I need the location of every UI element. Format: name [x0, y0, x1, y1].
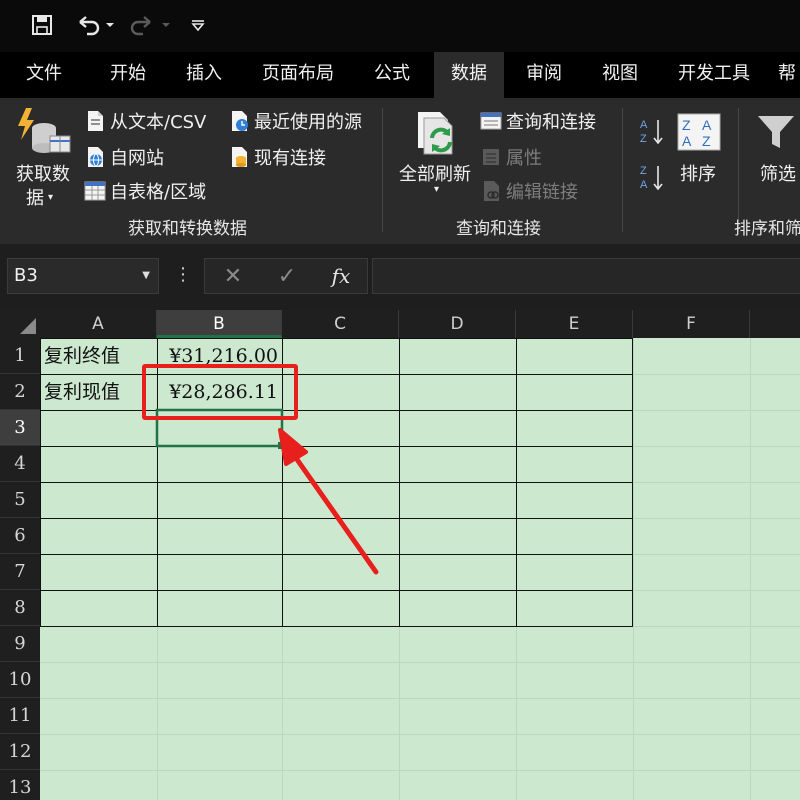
- refresh-all-button[interactable]: 全部刷新: [399, 160, 471, 186]
- sort-az-icon[interactable]: AZ: [638, 116, 666, 146]
- insert-function-icon[interactable]: fx: [321, 259, 361, 293]
- queries-connections-icon: [480, 112, 502, 130]
- get-data-button-line2[interactable]: 据 ▾: [26, 184, 53, 210]
- edit-links-button[interactable]: 编辑链接: [480, 178, 578, 204]
- svg-text:A: A: [702, 117, 712, 133]
- from-web-button[interactable]: 自网站: [84, 144, 164, 170]
- chevron-down-icon[interactable]: ▼: [142, 259, 150, 293]
- name-box[interactable]: B3 ▼: [7, 258, 159, 294]
- properties-button[interactable]: 属性: [480, 144, 542, 170]
- sort-button[interactable]: 排序: [680, 160, 716, 186]
- enter-icon[interactable]: ✓: [267, 259, 307, 293]
- highlight-box: [142, 364, 298, 420]
- redo-icon[interactable]: [126, 10, 174, 40]
- sort-dialog-icon[interactable]: ZAAZ: [676, 112, 722, 152]
- cancel-icon[interactable]: ✕: [213, 259, 253, 293]
- recent-sources-icon: [232, 111, 248, 131]
- tab-page-layout[interactable]: 页面布局: [250, 52, 346, 98]
- edit-links-label: 编辑链接: [506, 182, 578, 203]
- more-icon[interactable]: ⋮: [174, 264, 192, 285]
- save-icon[interactable]: [28, 10, 56, 40]
- tab-data[interactable]: 数据: [434, 52, 504, 98]
- svg-text:Z: Z: [640, 165, 647, 177]
- existing-connections-icon: [232, 147, 247, 167]
- svg-text:Z: Z: [640, 133, 647, 145]
- sort-filter-group-label: 排序和筛: [734, 219, 800, 239]
- get-transform-group-label: 获取和转换数据: [128, 219, 247, 239]
- existing-connections-button[interactable]: 现有连接: [228, 144, 326, 170]
- from-table-button[interactable]: 自表格/区域: [84, 178, 206, 204]
- chevron-down-icon: ▾: [48, 191, 54, 203]
- cell-a1[interactable]: 复利终值: [40, 339, 157, 374]
- database-icon[interactable]: [14, 106, 74, 156]
- edit-links-icon: [484, 181, 499, 201]
- refresh-icon[interactable]: [414, 108, 464, 158]
- group-divider: [382, 108, 383, 232]
- tab-review[interactable]: 审阅: [508, 52, 580, 98]
- tab-view[interactable]: 视图: [584, 52, 656, 98]
- undo-icon[interactable]: [72, 10, 116, 40]
- tab-insert[interactable]: 插入: [168, 52, 240, 98]
- tab-developer[interactable]: 开发工具: [666, 52, 762, 98]
- table-icon: [84, 181, 106, 201]
- formula-buttons: ✕ ✓ fx: [204, 258, 368, 294]
- customize-icon[interactable]: [186, 10, 210, 40]
- tab-file[interactable]: 文件: [8, 52, 80, 98]
- queries-connections-button[interactable]: 查询和连接: [480, 108, 596, 134]
- worksheet-grid: A B C D E F 1 2 3 4 5 6 7 8 9 10 11 12 1…: [0, 310, 800, 800]
- recent-sources-label: 最近使用的源: [254, 112, 362, 133]
- from-text-csv-button[interactable]: 从文本/CSV: [84, 108, 206, 134]
- svg-text:Z: Z: [702, 133, 711, 149]
- ribbon-tab-bar: 文件 开始 插入 页面布局 公式 数据 审阅 视图 开发工具 帮: [0, 52, 800, 98]
- from-table-label: 自表格/区域: [110, 182, 207, 203]
- from-text-csv-label: 从文本/CSV: [110, 112, 207, 133]
- get-data-button[interactable]: 获取数: [16, 160, 70, 186]
- recent-sources-button[interactable]: 最近使用的源: [228, 108, 362, 134]
- svg-text:A: A: [682, 133, 692, 149]
- chevron-down-icon[interactable]: ▾: [434, 184, 439, 195]
- tab-help[interactable]: 帮: [778, 52, 800, 98]
- quick-access-toolbar: [0, 0, 800, 52]
- svg-text:Z: Z: [682, 117, 691, 133]
- text-file-icon: [88, 111, 103, 131]
- formula-input[interactable]: [372, 258, 800, 294]
- web-icon: [88, 147, 103, 167]
- svg-text:A: A: [640, 119, 648, 131]
- queries-connections-label: 查询和连接: [506, 112, 596, 133]
- properties-label: 属性: [506, 148, 542, 169]
- ribbon-panel: 获取数 据 ▾ 从文本/CSV 自网站 自表格/区域 最近使用的源 现有连接 获…: [0, 98, 800, 244]
- properties-icon: [483, 149, 499, 165]
- tab-home[interactable]: 开始: [92, 52, 164, 98]
- svg-text:A: A: [640, 179, 648, 191]
- get-data-label-line2: 据: [26, 188, 44, 209]
- existing-connections-label: 现有连接: [254, 148, 326, 169]
- cell-a2[interactable]: 复利现值: [40, 375, 157, 410]
- from-web-label: 自网站: [110, 148, 164, 169]
- queries-group-label: 查询和连接: [456, 219, 541, 239]
- name-box-value: B3: [14, 265, 38, 286]
- sort-za-icon[interactable]: ZA: [638, 162, 666, 192]
- filter-icon[interactable]: [756, 112, 796, 152]
- group-divider: [622, 108, 623, 232]
- formula-bar: B3 ▼ ⋮ ✕ ✓ fx: [0, 244, 800, 310]
- filter-button[interactable]: 筛选: [760, 160, 796, 186]
- tab-formulas[interactable]: 公式: [356, 52, 428, 98]
